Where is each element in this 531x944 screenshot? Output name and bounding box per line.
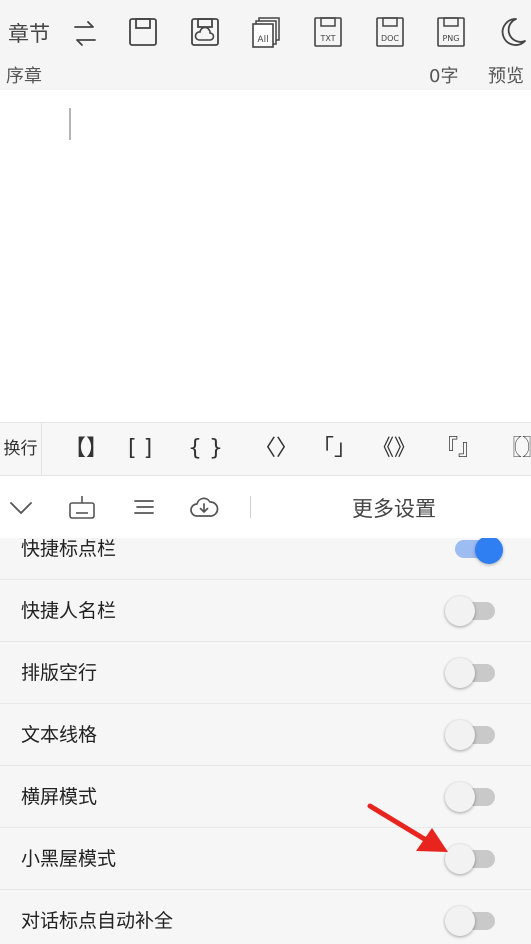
save-cloud-icon[interactable] [190, 16, 220, 48]
svg-text:All: All [257, 35, 268, 45]
setting-label: 快捷人名栏 [21, 600, 117, 622]
setting-label: 横屏模式 [21, 786, 98, 808]
bracket-button[interactable]: { } [188, 423, 223, 475]
bracket-button[interactable]: 「」 [312, 423, 356, 475]
setting-row-text-grid-lines: 文本线格 [0, 704, 531, 766]
setting-label: 对话标点自动补全 [21, 910, 174, 932]
export-doc-icon[interactable]: DOC [375, 16, 405, 48]
list-icon[interactable] [132, 493, 156, 521]
svg-text:PNG: PNG [442, 34, 459, 43]
setting-label: 快捷标点栏 [21, 538, 117, 560]
newline-button[interactable]: 换行 [0, 423, 42, 475]
punctuation-bar: 换行 【】 [ ] { } 〈〉 「」 《》 『』 〖〗 [0, 422, 531, 476]
quick-punctuation-toggle[interactable] [445, 538, 503, 564]
setting-label: 文本线格 [21, 724, 98, 746]
night-mode-icon[interactable] [496, 16, 528, 48]
keyboard-icon[interactable] [68, 493, 96, 521]
current-chapter-name[interactable]: 序章 [6, 62, 42, 88]
settings-list: 快捷标点栏 快捷人名栏 排版空行 文本线格 横屏模式 小黑屋模式 对话标点自动补… [0, 538, 531, 944]
text-grid-lines-toggle[interactable] [445, 720, 497, 750]
setting-row-dialogue-autocomplete: 对话标点自动补全 [0, 890, 531, 944]
chevron-down-icon[interactable] [8, 493, 34, 521]
setting-row-quick-punctuation: 快捷标点栏 [0, 538, 531, 580]
top-toolbar: 章节 All TXT DOC PNG 序章 0字 预览 [0, 0, 531, 90]
toolbar-icons-row: 章节 All TXT DOC PNG [0, 0, 531, 66]
text-editor[interactable] [0, 90, 531, 422]
setting-label: 小黑屋模式 [21, 848, 117, 870]
setting-row-quick-names: 快捷人名栏 [0, 580, 531, 642]
bracket-button[interactable]: 〖〗 [500, 423, 531, 475]
bracket-button[interactable]: 〈〉 [254, 423, 298, 475]
svg-text:DOC: DOC [381, 34, 399, 43]
bracket-button[interactable]: [ ] [128, 423, 152, 475]
dialogue-autocomplete-toggle[interactable] [445, 906, 497, 936]
chapter-button[interactable]: 章节 [8, 18, 50, 48]
text-caret [69, 108, 71, 140]
editor-tools-bar: 更多设置 [0, 476, 531, 538]
bracket-button[interactable]: 【】 [64, 423, 108, 475]
setting-label: 排版空行 [21, 662, 98, 684]
toolbar-divider [250, 496, 251, 518]
swap-arrows-icon[interactable] [72, 18, 98, 48]
export-png-icon[interactable]: PNG [436, 16, 466, 48]
toggle-knob [445, 906, 475, 936]
more-settings-button[interactable]: 更多设置 [352, 493, 436, 523]
setting-row-layout-blank-line: 排版空行 [0, 642, 531, 704]
export-all-icon[interactable]: All [251, 16, 281, 48]
word-count: 0字 [429, 66, 459, 87]
red-arrow-icon [367, 803, 448, 852]
toggle-knob [445, 596, 475, 626]
toggle-knob [445, 720, 475, 750]
quick-names-toggle[interactable] [445, 596, 497, 626]
svg-text:TXT: TXT [319, 34, 335, 43]
export-txt-icon[interactable]: TXT [313, 16, 343, 48]
bracket-button[interactable]: 《》 [372, 423, 416, 475]
preview-button[interactable]: 预览 [488, 62, 524, 88]
toggle-knob [475, 538, 503, 564]
cloud-download-icon[interactable] [189, 493, 219, 521]
bracket-button[interactable]: 『』 [436, 423, 480, 475]
save-icon[interactable] [128, 16, 158, 48]
toggle-knob [445, 658, 475, 688]
layout-blank-line-toggle[interactable] [445, 658, 497, 688]
